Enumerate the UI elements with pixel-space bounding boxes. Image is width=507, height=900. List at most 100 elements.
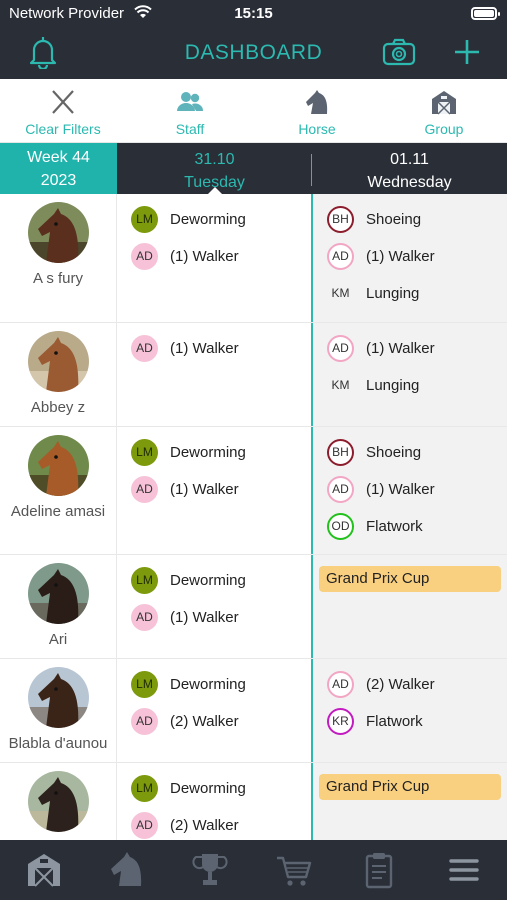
day1-cell[interactable]: LM Deworming AD (1) Walker <box>117 427 311 554</box>
day-divider <box>311 154 312 186</box>
task-label: (1) Walker <box>170 608 239 626</box>
day1-cell[interactable]: LM Deworming AD (1) Walker <box>117 194 311 322</box>
task-item[interactable]: AD (2) Walker <box>131 811 239 839</box>
horse-row[interactable]: Adeline amasi LM Deworming AD (1) Walker BH Sh… <box>0 427 507 555</box>
day1-cell[interactable]: LM Deworming AD (2) Walker <box>117 659 311 762</box>
task-label: (2) Walker <box>170 816 239 834</box>
task-item[interactable]: AD (2) Walker <box>327 670 435 698</box>
task-item[interactable]: BH Shoeing <box>327 205 421 233</box>
task-label: Flatwork <box>366 517 423 535</box>
filter-bar: Clear Filters Staff Horse Group <box>0 79 507 143</box>
event-chip[interactable]: Grand Prix Cup <box>319 774 501 800</box>
task-item[interactable]: BH Shoeing <box>327 438 421 466</box>
task-label: Lunging <box>366 284 420 302</box>
day2-cell[interactable]: BH Shoeing AD (1) Walker OD Flatwork <box>313 427 507 554</box>
task-item[interactable]: AD (1) Walker <box>327 475 435 503</box>
task-item[interactable]: LM Deworming <box>131 774 246 802</box>
task-item[interactable]: KM Lunging <box>327 279 420 307</box>
task-item[interactable]: LM Deworming <box>131 438 246 466</box>
day-date: 31.10 <box>194 151 235 168</box>
day-column-header-1[interactable]: 31.10 Tuesday <box>117 143 312 195</box>
staff-initials-badge: AD <box>131 707 158 735</box>
day2-cell[interactable]: AD (1) Walker KM Lunging <box>313 323 507 426</box>
day2-cell[interactable]: BH Shoeing AD (1) Walker KM Lunging <box>313 194 507 322</box>
event-chip[interactable]: Grand Prix Cup <box>319 566 501 592</box>
horse-cell[interactable]: Abbey z <box>0 323 117 426</box>
task-label: (2) Walker <box>366 675 435 693</box>
task-item[interactable]: AD (1) Walker <box>327 334 435 362</box>
task-item[interactable]: AD (1) Walker <box>131 334 239 362</box>
staff-initials-badge: BH <box>327 205 354 233</box>
horse-cell[interactable]: Blabla d'aunou <box>0 659 117 762</box>
task-label: (1) Walker <box>170 480 239 498</box>
day2-cell[interactable]: Grand Prix Cup <box>313 555 507 658</box>
horse-row[interactable]: LM Deworming AD (2) Walker Grand Prix Cup <box>0 763 507 840</box>
task-label: Deworming <box>170 210 246 228</box>
clear-filters-button[interactable]: Clear Filters <box>0 79 126 143</box>
trophy-icon[interactable] <box>190 850 230 890</box>
horse-row[interactable]: A s fury LM Deworming AD (1) Walker BH Shoeing… <box>0 194 507 323</box>
task-item[interactable]: AD (1) Walker <box>131 603 239 631</box>
clock: 15:15 <box>234 5 273 22</box>
clear-filters-label: Clear Filters <box>25 121 101 137</box>
task-label: (1) Walker <box>366 339 435 357</box>
horse-avatar <box>28 563 89 624</box>
horse-cell[interactable]: Ari <box>0 555 117 658</box>
people-icon <box>177 92 204 111</box>
task-label: Deworming <box>170 571 246 589</box>
task-label: (1) Walker <box>170 247 239 265</box>
week-year: 2023 <box>40 172 77 189</box>
horse-cell[interactable] <box>0 763 117 840</box>
horse-head-icon[interactable] <box>107 850 147 890</box>
task-label: Deworming <box>170 443 246 461</box>
horse-name: Ari <box>48 631 68 648</box>
plus-icon[interactable] <box>452 37 482 67</box>
task-item[interactable]: KR Flatwork <box>327 707 423 735</box>
task-item[interactable]: AD (1) Walker <box>131 475 239 503</box>
horse-cell[interactable]: A s fury <box>0 194 117 322</box>
horse-name: A s fury <box>32 270 84 287</box>
task-item[interactable]: AD (2) Walker <box>131 707 239 735</box>
day1-cell[interactable]: LM Deworming AD (2) Walker <box>117 763 311 840</box>
task-item[interactable]: LM Deworming <box>131 670 246 698</box>
week-number: Week 44 <box>27 149 90 166</box>
staff-initials-badge: LM <box>131 774 158 802</box>
horse-row[interactable]: Abbey z AD (1) Walker AD (1) Walker KM Lunging <box>0 323 507 427</box>
task-item[interactable]: AD (1) Walker <box>327 242 435 270</box>
menu-icon[interactable] <box>444 850 484 890</box>
week-selector[interactable]: Week 44 2023 <box>0 143 117 194</box>
day1-cell[interactable]: LM Deworming AD (1) Walker <box>117 555 311 658</box>
horse-cell[interactable]: Adeline amasi <box>0 427 117 554</box>
group-filter-label: Group <box>424 121 464 137</box>
staff-initials-badge: AD <box>131 475 158 503</box>
day2-cell[interactable]: AD (2) Walker KR Flatwork <box>313 659 507 762</box>
horse-row[interactable]: Blabla d'aunou LM Deworming AD (2) Walker AD (… <box>0 659 507 763</box>
schedule-grid[interactable]: A s fury LM Deworming AD (1) Walker BH Shoeing… <box>0 194 507 840</box>
cart-icon[interactable] <box>274 850 314 890</box>
task-item[interactable]: LM Deworming <box>131 566 246 594</box>
tab-bar <box>0 840 507 900</box>
group-filter-button[interactable]: Group <box>381 79 507 143</box>
staff-initials-badge: KM <box>331 378 350 392</box>
task-item[interactable]: LM Deworming <box>131 205 246 233</box>
task-item[interactable]: AD (1) Walker <box>131 242 239 270</box>
staff-initials-badge: LM <box>131 566 158 594</box>
clipboard-icon[interactable] <box>359 850 399 890</box>
horse-avatar <box>28 771 89 832</box>
horse-filter-button[interactable]: Horse <box>254 79 380 143</box>
staff-initials-badge: AD <box>327 334 354 362</box>
day-column-header-2[interactable]: 01.11 Wednesday <box>312 143 507 194</box>
day2-cell[interactable]: Grand Prix Cup <box>313 763 507 840</box>
staff-initials-badge: BH <box>327 438 354 466</box>
staff-filter-button[interactable]: Staff <box>127 79 253 143</box>
barn-icon[interactable] <box>24 850 64 890</box>
staff-initials-badge: KM <box>331 286 350 300</box>
task-item[interactable]: OD Flatwork <box>327 512 423 540</box>
day1-cell[interactable]: AD (1) Walker <box>117 323 311 426</box>
task-item[interactable]: KM Lunging <box>327 371 420 399</box>
staff-initials-badge: OD <box>327 512 354 540</box>
horse-filter-label: Horse <box>298 121 336 137</box>
horse-row[interactable]: Ari LM Deworming AD (1) Walker Grand Prix Cup <box>0 555 507 659</box>
camera-icon[interactable] <box>382 38 416 66</box>
close-icon <box>52 90 74 114</box>
